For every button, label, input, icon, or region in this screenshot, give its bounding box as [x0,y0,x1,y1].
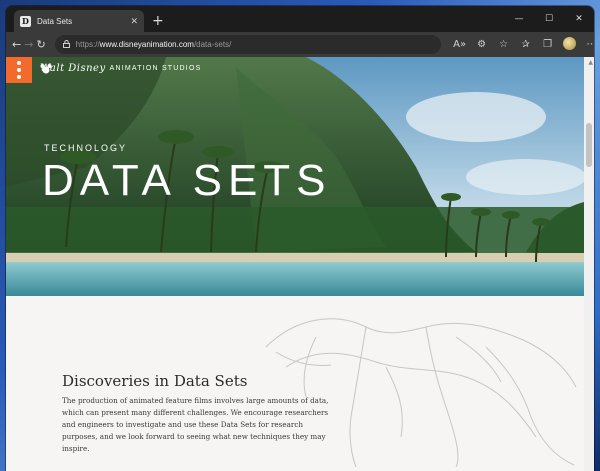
hero-banner: Walt Disney ANIMATION STUDIOS TECHNOLOGY… [6,57,584,296]
scroll-thumb[interactable] [586,123,592,167]
disney-animation-logo[interactable]: Walt Disney ANIMATION STUDIOS [40,63,205,74]
section-eyebrow: TECHNOLOGY [44,143,128,153]
profile-avatar[interactable] [559,36,581,53]
favorites-bar-icon[interactable]: ✰ [515,39,537,50]
forward-button[interactable]: → [24,38,33,51]
logo-studios: ANIMATION STUDIOS [109,65,202,72]
favorites-icon[interactable]: ☆ [493,39,515,50]
scroll-up-arrow-icon[interactable]: ▲ [588,59,593,66]
url-path: /data-sets/ [193,40,232,49]
url-protocol: https:// [75,40,100,49]
browser-window: D Data Sets ✕ + — ☐ ✕ ← → ↻ https:// www… [6,6,594,471]
window-controls: — ☐ ✕ [504,6,594,32]
section-title: Discoveries in Data Sets [62,372,248,390]
tab-data-sets[interactable]: D Data Sets ✕ [14,10,144,32]
tab-title: Data Sets [37,16,73,26]
disney-favicon-icon: D [20,15,31,27]
close-tab-icon[interactable]: ✕ [130,16,138,27]
back-button[interactable]: ← [12,38,21,51]
address-toolbar: ← → ↻ https:// www.disneyanimation.com /… [6,32,594,57]
minimize-button[interactable]: — [504,14,534,24]
site-menu-button[interactable] [6,57,32,83]
page-title: DATA SETS [42,156,332,205]
web-page: Walt Disney ANIMATION STUDIOS TECHNOLOGY… [6,57,594,471]
extensions-icon[interactable]: ⚙ [471,39,493,50]
more-menu-icon[interactable]: ⋯ [581,39,594,50]
address-bar[interactable]: https:// www.disneyanimation.com /data-s… [54,35,441,54]
section-body: The production of animated feature films… [62,396,329,453]
lock-icon[interactable] [62,39,70,50]
page-scrollbar[interactable]: ▲ [584,57,594,471]
refresh-button[interactable]: ↻ [36,38,45,51]
url-host: www.disneyanimation.com [99,40,194,49]
close-window-button[interactable]: ✕ [564,14,594,24]
maximize-button[interactable]: ☐ [534,14,564,24]
collections-icon[interactable]: ❐ [537,39,559,50]
new-tab-button[interactable]: + [152,13,164,29]
tab-strip: D Data Sets ✕ + — ☐ ✕ [6,6,594,32]
read-aloud-icon[interactable]: A» [449,39,471,50]
